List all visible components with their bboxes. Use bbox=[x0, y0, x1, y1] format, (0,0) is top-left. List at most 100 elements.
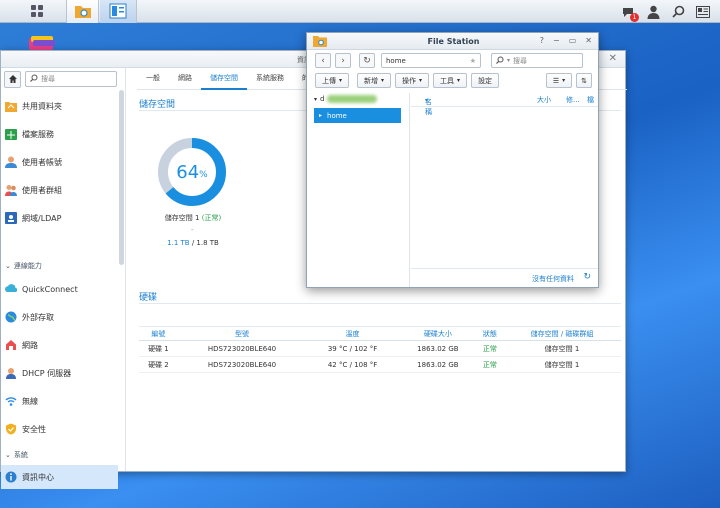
sidebar-scrollbar[interactable] bbox=[119, 90, 124, 265]
sidebar-section-system[interactable]: ⌄ 系統 bbox=[5, 450, 28, 460]
sidebar-item-label: 外部存取 bbox=[22, 312, 54, 322]
sidebar-item-shared-folder[interactable]: 共用資料夾 bbox=[1, 94, 118, 118]
forward-button[interactable]: › bbox=[335, 53, 351, 68]
sidebar-item-group[interactable]: 使用者群組 bbox=[1, 178, 118, 202]
group-icon bbox=[5, 184, 17, 196]
sidebar-toolbar: 搜尋 bbox=[1, 68, 125, 90]
volume-name: 儲存空間 1 (正常) bbox=[147, 213, 239, 223]
table-cell: 1863.02 GB bbox=[398, 356, 477, 373]
column-size[interactable]: 大小 bbox=[537, 95, 551, 105]
tab-network[interactable]: 網路 bbox=[169, 68, 201, 90]
table-row[interactable]: 硬碟 2 HDS723020BLE640 42 °C / 108 °F 1863… bbox=[139, 356, 621, 373]
close-icon[interactable]: ✕ bbox=[585, 36, 592, 45]
dhcp-icon bbox=[5, 367, 17, 379]
notification-button[interactable]: 1 bbox=[620, 4, 639, 22]
back-button[interactable]: ‹ bbox=[315, 53, 331, 68]
taskbar-resource-monitor[interactable] bbox=[100, 0, 137, 23]
star-icon[interactable]: ★ bbox=[470, 57, 476, 65]
sidebar-item-label: 使用者群組 bbox=[22, 185, 62, 195]
sidebar-item-security[interactable]: 安全性 bbox=[1, 417, 118, 441]
home-button[interactable] bbox=[4, 70, 21, 88]
sidebar-section-connectivity[interactable]: ⌄ 連線能力 bbox=[5, 261, 42, 271]
sidebar-item-label: 檔案服務 bbox=[22, 129, 54, 139]
volume-label: 儲存空間 1 bbox=[164, 214, 200, 222]
chevron-down-icon: ▾ bbox=[457, 77, 461, 84]
sidebar-item-label: 共用資料夾 bbox=[22, 101, 62, 111]
tree-root-node[interactable]: ▾ d bbox=[314, 95, 378, 103]
close-icon[interactable]: ✕ bbox=[609, 53, 617, 64]
column-modified[interactable]: 修... bbox=[566, 95, 580, 105]
tree-node-home[interactable]: ▸ home bbox=[314, 108, 401, 123]
sidebar-item-user[interactable]: 使用者帳號 bbox=[1, 150, 118, 174]
file-list: 名稱 ▾ 大小 修... 檔 沒有任何資料 ↻ bbox=[411, 93, 598, 287]
search-icon[interactable] bbox=[670, 4, 686, 20]
sidebar-item-network[interactable]: 網路 bbox=[1, 333, 118, 357]
table-cell: HDS723020BLE640 bbox=[177, 340, 307, 357]
taskbar-file-station[interactable] bbox=[66, 0, 99, 23]
settings-button[interactable]: 設定 bbox=[471, 73, 500, 88]
sidebar-item-info-center[interactable]: 資訊中心 bbox=[1, 465, 118, 489]
tools-label: 工具 bbox=[440, 76, 455, 85]
wifi-icon bbox=[5, 395, 17, 407]
file-list-footer: 沒有任何資料 ↻ bbox=[411, 268, 598, 286]
help-icon[interactable]: ? bbox=[540, 36, 544, 45]
tab-services[interactable]: 系統服務 bbox=[247, 68, 293, 90]
table-cell: 42 °C / 108 °F bbox=[306, 356, 399, 373]
volume-usage-percent: 64% bbox=[157, 137, 227, 207]
column-header[interactable]: 狀態 bbox=[476, 326, 504, 341]
chevron-down-icon: ⌄ bbox=[5, 262, 11, 270]
refresh-button[interactable]: ↻ bbox=[359, 53, 375, 68]
tools-button[interactable]: 工具 ▾ bbox=[433, 73, 468, 88]
table-cell: 儲存空間 1 bbox=[503, 340, 621, 357]
user-icon bbox=[5, 156, 17, 168]
view-mode-button[interactable]: ☰ ▾ bbox=[545, 73, 573, 88]
create-button[interactable]: 新增 ▾ bbox=[357, 73, 392, 88]
user-icon[interactable] bbox=[645, 4, 661, 20]
column-header[interactable]: 型號 bbox=[177, 326, 307, 341]
sidebar-item-label: DHCP 伺服器 bbox=[22, 368, 72, 378]
sidebar-item-label: 資訊中心 bbox=[22, 472, 54, 482]
sidebar-search-input[interactable]: 搜尋 bbox=[25, 71, 117, 87]
sidebar-section-label: 連線能力 bbox=[13, 262, 42, 270]
sidebar-item-file-services[interactable]: 檔案服務 bbox=[1, 122, 118, 146]
path-input[interactable]: home ★ bbox=[381, 53, 481, 68]
minimize-icon[interactable]: − bbox=[553, 36, 560, 45]
column-header[interactable]: 編號 bbox=[139, 326, 178, 341]
volume-total: 1.8 TB bbox=[196, 239, 219, 247]
sidebar-item-domain-ldap[interactable]: 網域/LDAP bbox=[1, 206, 118, 230]
chevron-down-icon: ▾ bbox=[314, 95, 318, 103]
column-header[interactable]: 儲存空間 / 磁碟群組 bbox=[503, 326, 621, 341]
file-station-navbar: ‹ › ↻ home ★ ▾ 搜尋 bbox=[315, 53, 592, 68]
table-row[interactable]: 硬碟 1 HDS723020BLE640 39 °C / 102 °F 1863… bbox=[139, 340, 621, 357]
action-label: 操作 bbox=[402, 76, 417, 85]
file-station-titlebar[interactable]: File Station ? − ▭ ✕ bbox=[307, 33, 598, 50]
sidebar-item-external-access[interactable]: 外部存取 bbox=[1, 305, 118, 329]
search-icon bbox=[496, 56, 504, 66]
sidebar-item-wireless[interactable]: 無線 bbox=[1, 389, 118, 413]
chevron-down-icon: ▾ bbox=[425, 97, 429, 104]
column-type[interactable]: 檔 bbox=[587, 95, 594, 105]
maximize-icon[interactable]: ▭ bbox=[569, 36, 577, 45]
sidebar-item-label: 使用者帳號 bbox=[22, 157, 62, 167]
sidebar-item-dhcp[interactable]: DHCP 伺服器 bbox=[1, 361, 118, 385]
column-header[interactable]: 硬碟大小 bbox=[398, 326, 477, 341]
table-cell: 硬碟 1 bbox=[139, 340, 178, 357]
sidebar-section-label: 系統 bbox=[13, 451, 28, 459]
disk-table: 編號 型號 溫度 硬碟大小 狀態 儲存空間 / 磁碟群組 硬碟 1 HDS723… bbox=[139, 326, 621, 373]
sort-button[interactable]: ⇅ bbox=[576, 73, 592, 88]
file-list-header: 名稱 ▾ 大小 修... 檔 bbox=[411, 93, 598, 116]
sidebar-item-label: QuickConnect bbox=[22, 284, 78, 294]
action-button[interactable]: 操作 ▾ bbox=[395, 73, 430, 88]
sidebar-item-quickconnect[interactable]: QuickConnect bbox=[1, 277, 118, 301]
chevron-right-icon: ▸ bbox=[319, 112, 323, 119]
file-search-input[interactable]: ▾ 搜尋 bbox=[491, 53, 583, 68]
main-menu-button[interactable] bbox=[0, 0, 73, 23]
widgets-icon[interactable] bbox=[695, 4, 711, 20]
chevron-right-icon: › bbox=[341, 55, 345, 66]
upload-button[interactable]: 上傳 ▾ bbox=[315, 73, 350, 88]
refresh-icon[interactable]: ↻ bbox=[583, 272, 591, 282]
tab-storage[interactable]: 儲存空間 bbox=[201, 68, 247, 90]
tab-general[interactable]: 一般 bbox=[137, 68, 169, 90]
volume-size: 1.1 TB / 1.8 TB bbox=[147, 239, 239, 247]
column-header[interactable]: 溫度 bbox=[306, 326, 399, 341]
